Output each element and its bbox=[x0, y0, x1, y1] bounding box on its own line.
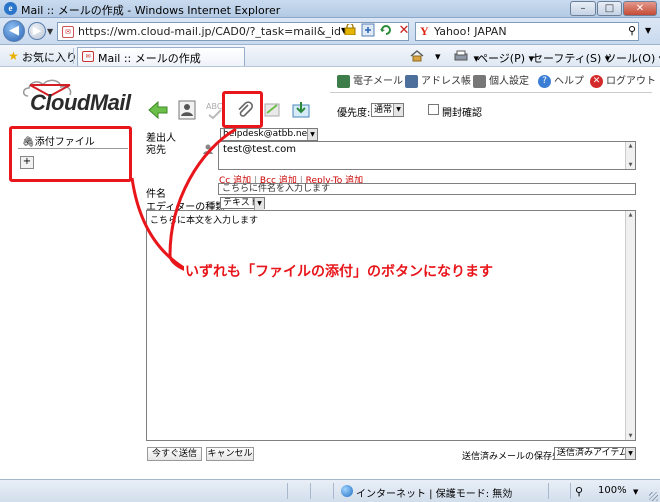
annotation-text: いずれも「ファイルの添付」のボタンになります bbox=[184, 260, 494, 282]
globe-icon bbox=[341, 485, 353, 497]
divider bbox=[310, 483, 311, 499]
zoom-dropdown-icon[interactable]: ▼ bbox=[633, 488, 638, 496]
highlight-attach-button bbox=[222, 91, 263, 128]
status-bar: インターネット | 保護モード: 無効 ⚲ 100% ▼ bbox=[0, 479, 660, 502]
divider bbox=[287, 483, 288, 499]
security-zone[interactable]: インターネット | 保護モード: 無効 bbox=[356, 485, 512, 500]
highlight-attachments-panel bbox=[9, 126, 132, 182]
divider bbox=[333, 483, 334, 499]
divider bbox=[548, 483, 549, 499]
divider bbox=[570, 483, 571, 499]
resize-grip[interactable] bbox=[649, 492, 658, 501]
annotation-arrows bbox=[130, 127, 237, 272]
zoom-level[interactable]: 100% bbox=[598, 485, 627, 496]
zoom-icon[interactable]: ⚲ bbox=[575, 485, 583, 498]
